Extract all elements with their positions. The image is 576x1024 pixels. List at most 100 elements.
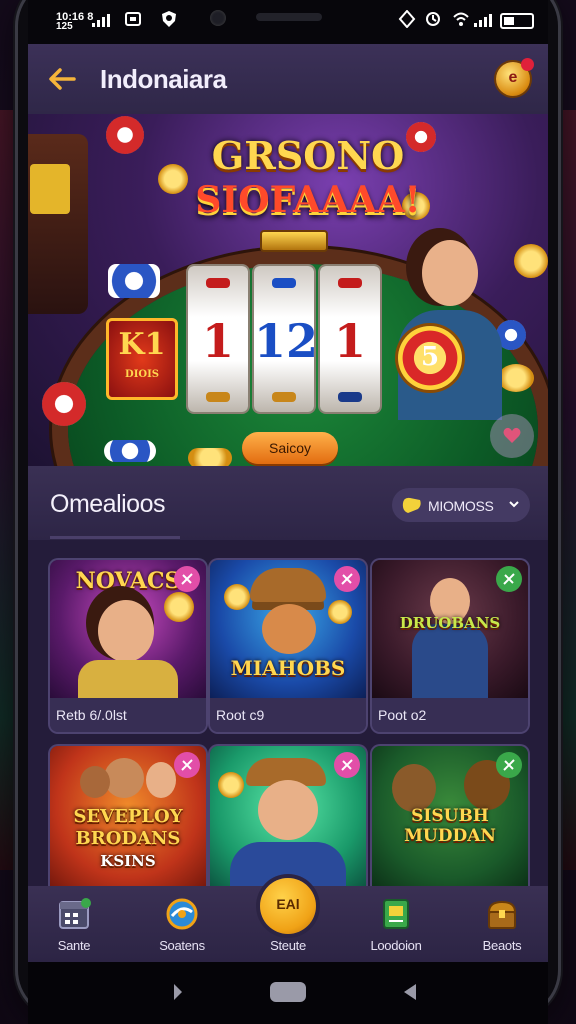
section-underline — [50, 536, 180, 539]
nfc-icon — [398, 10, 416, 28]
status-bar: 10:16 8 125 — [28, 0, 548, 44]
promo-banner[interactable]: GRSONO SIOFAAAA! 1 12 1 K1 DIOIS 5 Saico… — [28, 114, 548, 466]
star-icon — [181, 573, 193, 585]
slot-machine-art — [28, 134, 88, 314]
nav-label: Loodoion — [370, 938, 422, 953]
nav-label: Beaots — [482, 938, 522, 953]
earpiece-speaker — [256, 13, 322, 21]
notification-badge — [521, 58, 534, 71]
favorite-button[interactable] — [496, 752, 522, 778]
filter-dropdown[interactable]: MIOMOSS — [392, 488, 530, 522]
filter-icon — [402, 497, 421, 513]
game-card-label: Retb 6/.0lst — [50, 698, 206, 732]
back-arrow-icon[interactable] — [46, 64, 78, 94]
chip-label: 5 — [420, 342, 440, 372]
game-grid: NOVACS Retb 6/.0lst MIAHOBS Root c9 DRUO… — [28, 540, 548, 896]
center-bubble-text: EAl — [276, 896, 300, 912]
banner-play-button[interactable]: Saicoy — [242, 432, 338, 464]
coin-stack-icon — [188, 448, 232, 466]
game-art-title: MIAHOBS — [230, 656, 346, 680]
reel-1: 1 — [188, 266, 248, 412]
favorite-button[interactable] — [496, 566, 522, 592]
side-badge-big: K1 — [118, 327, 166, 362]
chip-icon — [42, 382, 86, 426]
side-badge: K1 DIOIS — [106, 318, 178, 400]
game-card-label: Poot o2 — [372, 698, 528, 732]
cell-signal-icon — [474, 14, 492, 27]
status-line-2: 125 — [56, 21, 73, 32]
game-thumbnail: DRUOBANS — [372, 560, 528, 698]
favorite-button[interactable] — [490, 414, 534, 458]
banner-title: GRSONO SIOFAAAA! — [178, 134, 438, 222]
game-card[interactable] — [210, 746, 366, 896]
nav-item-sante[interactable]: Sante — [28, 886, 124, 962]
game-art-title: SEVEPLOY BRODANS — [73, 806, 183, 849]
star-icon — [503, 759, 515, 771]
game-art-title: SISUBH MUDDAN — [404, 806, 496, 846]
star-icon — [341, 573, 353, 585]
front-camera — [210, 10, 226, 26]
game-card[interactable]: DRUOBANS Poot o2 — [372, 560, 528, 732]
jackpot-display — [260, 230, 328, 252]
notification-icon — [125, 12, 141, 26]
calendar-icon — [59, 898, 91, 929]
reel-2: 12 — [254, 266, 319, 412]
reel-3-symbol: 1 — [333, 314, 366, 368]
favorite-button[interactable] — [334, 752, 360, 778]
page-title: Indonaiara — [100, 64, 227, 94]
game-thumbnail: MIAHOBS — [210, 560, 366, 698]
game-card-label: Root c9 — [210, 698, 366, 732]
signal-icon — [92, 14, 110, 27]
reel-1-symbol: 1 — [201, 314, 234, 368]
spin-wheel-icon — [166, 898, 198, 930]
nav-label: Soatens — [159, 938, 205, 953]
chip-icon — [106, 116, 144, 154]
bottom-navigation: Sante Soatens EAl Steute Loodoion Beaots — [28, 878, 548, 962]
star-icon — [341, 759, 353, 771]
nav-label: Steute — [270, 938, 306, 953]
star-icon — [503, 573, 515, 585]
coins-button[interactable]: e — [496, 58, 534, 96]
alarm-icon — [426, 12, 440, 26]
wifi-icon — [453, 12, 469, 26]
battery-icon — [500, 13, 534, 29]
dealer-character-art — [388, 230, 508, 420]
coin-icon: e — [508, 69, 518, 86]
slot-reels: 1 12 1 — [188, 266, 380, 412]
nav-item-soatens[interactable]: Soatens — [132, 886, 232, 962]
coin-icon — [514, 244, 548, 278]
app-header: Indonaiara e — [28, 44, 548, 114]
book-icon — [383, 899, 409, 929]
filter-label: MIOMOSS — [428, 498, 494, 514]
game-card[interactable]: SISUBH MUDDAN — [372, 746, 528, 896]
game-card[interactable]: SEVEPLOY BRODANS KSINS — [50, 746, 206, 896]
game-art-subtitle: KSINS — [100, 852, 156, 870]
favorite-button[interactable] — [174, 752, 200, 778]
star-icon — [181, 759, 193, 771]
game-thumbnail — [210, 746, 366, 896]
section-title: Omealioos — [50, 490, 166, 518]
game-thumbnail: SEVEPLOY BRODANS KSINS — [50, 746, 206, 896]
chip-stack-icon — [104, 440, 156, 462]
recent-apps-icon[interactable] — [164, 982, 184, 1002]
game-card[interactable]: MIAHOBS Root c9 — [210, 560, 366, 732]
favorite-button[interactable] — [334, 566, 360, 592]
favorite-button[interactable] — [174, 566, 200, 592]
nav-item-beaots[interactable]: Beaots — [452, 886, 548, 962]
system-navigation-bar — [28, 962, 548, 1024]
treasure-chest-icon — [487, 900, 517, 929]
banner-title-line-2: SIOFAAAA! — [195, 179, 421, 221]
chevron-down-icon — [509, 501, 519, 508]
heart-icon — [503, 427, 521, 443]
home-button[interactable] — [270, 982, 306, 1002]
nav-item-loodoion[interactable]: Loodoion — [346, 886, 446, 962]
reel-2-symbol: 12 — [254, 314, 319, 368]
games-section-header: Omealioos MIOMOSS — [28, 466, 548, 540]
nav-item-steute[interactable]: EAl Steute — [238, 878, 338, 962]
game-card[interactable]: NOVACS Retb 6/.0lst — [50, 560, 206, 732]
shield-icon — [162, 11, 176, 27]
side-badge-small: DIOIS — [125, 369, 159, 380]
nav-label: Sante — [57, 938, 91, 953]
reel-3: 1 — [320, 266, 380, 412]
back-nav-icon[interactable] — [400, 982, 420, 1002]
